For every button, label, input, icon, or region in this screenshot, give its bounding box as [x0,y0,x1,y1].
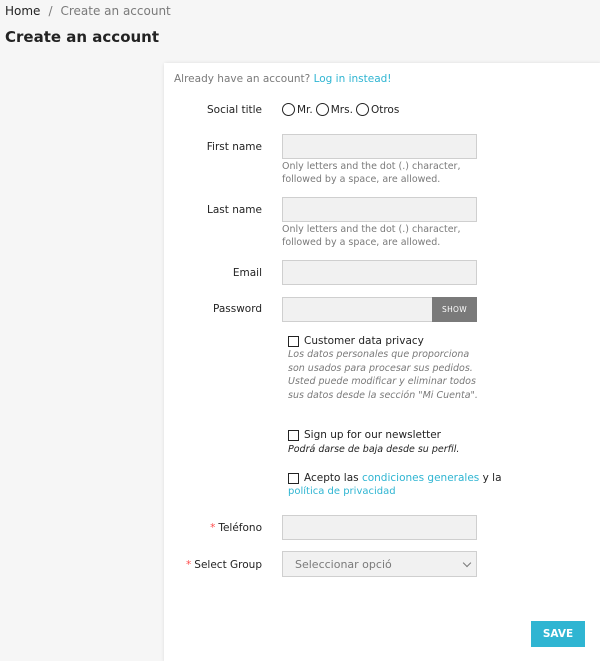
last-name-input[interactable] [282,197,477,222]
first-name-label: First name [206,141,262,153]
radio-label: Mr. [297,103,313,116]
select-group-label: * Select Group [186,559,262,571]
checkbox-icon[interactable] [288,430,299,441]
privacy-label: Customer data privacy [304,335,424,347]
radio-icon[interactable] [315,103,329,116]
password-label: Password [212,303,262,315]
radio-label: Otros [370,103,400,116]
email-input[interactable] [282,260,477,285]
telefono-label: * Teléfono [210,522,262,534]
breadcrumb: Home / Create an account [5,4,171,18]
breadcrumb-current: Create an account [60,4,171,18]
first-name-help: Only letters and the dot (.) character, … [282,160,472,186]
select-group-value: Seleccionar opció [295,557,392,571]
password-input[interactable] [282,297,434,322]
login-link[interactable]: Log in instead! [314,73,392,85]
chevron-down-icon [462,558,472,568]
checkbox-icon[interactable] [288,473,299,484]
last-name-help: Only letters and the dot (.) character, … [282,223,472,249]
help-line: followed by a space, are allowed. [282,174,441,185]
help-line: Only letters and the dot (.) character, [282,161,461,172]
social-title-label: Social title [207,104,262,116]
breadcrumb-home[interactable]: Home [5,4,40,18]
breadcrumb-separator: / [48,4,53,18]
required-mark: * [186,559,192,571]
radio-icon[interactable] [355,103,369,116]
terms-conditions-link[interactable]: condiciones generales [362,472,479,484]
note-line: sus datos desde la sección "Mi Cuenta". [288,389,478,401]
telefono-input[interactable] [282,515,477,540]
email-label: Email [232,267,262,279]
radio-label: Mrs. [330,103,353,116]
newsletter-label: Sign up for our newsletter [304,429,441,441]
terms-checkbox-row[interactable]: Acepto las condiciones generales y la [288,472,502,484]
last-name-label: Last name [207,204,262,216]
checkbox-icon[interactable] [288,336,299,347]
note-line: Usted puede modificar y eliminar todos [288,376,476,387]
login-prompt: Already have an account? Log in instead! [174,73,392,85]
help-line: followed by a space, are allowed. [282,237,441,248]
show-password-button[interactable]: SHOW [432,297,477,322]
radio-option-mr[interactable]: Mr. [282,103,313,116]
required-mark: * [210,522,216,534]
terms-line2: política de privacidad [288,486,396,497]
privacy-policy-link[interactable]: política de privacidad [288,486,396,497]
note-line: Los datos personales que proporciona [288,349,470,360]
social-title-options: Mr. Mrs. Otros [282,103,402,116]
newsletter-checkbox-row[interactable]: Sign up for our newsletter [288,429,441,441]
telefono-label-text: Teléfono [218,522,262,534]
page-title: Create an account [5,28,160,46]
privacy-checkbox-row[interactable]: Customer data privacy [288,335,424,347]
newsletter-note: Podrá darse de baja desde su perfil. [288,444,460,455]
registration-form: Already have an account? Log in instead!… [164,63,600,661]
privacy-note: Los datos personales que proporciona son… [288,348,478,402]
save-button[interactable]: SAVE [531,621,585,647]
select-group-label-text: Select Group [194,559,262,571]
first-name-input[interactable] [282,134,477,159]
terms-prefix: Acepto las [304,472,359,484]
radio-option-mrs[interactable]: Mrs. [315,103,353,116]
radio-option-otros[interactable]: Otros [355,103,400,116]
radio-icon[interactable] [282,103,295,116]
login-prompt-text: Already have an account? [174,73,311,85]
note-line: son usados para procesar sus pedidos. [288,362,473,374]
help-line: Only letters and the dot (.) character, [282,224,461,235]
select-group-dropdown[interactable]: Seleccionar opció [282,551,477,577]
terms-middle: y la [482,472,502,484]
